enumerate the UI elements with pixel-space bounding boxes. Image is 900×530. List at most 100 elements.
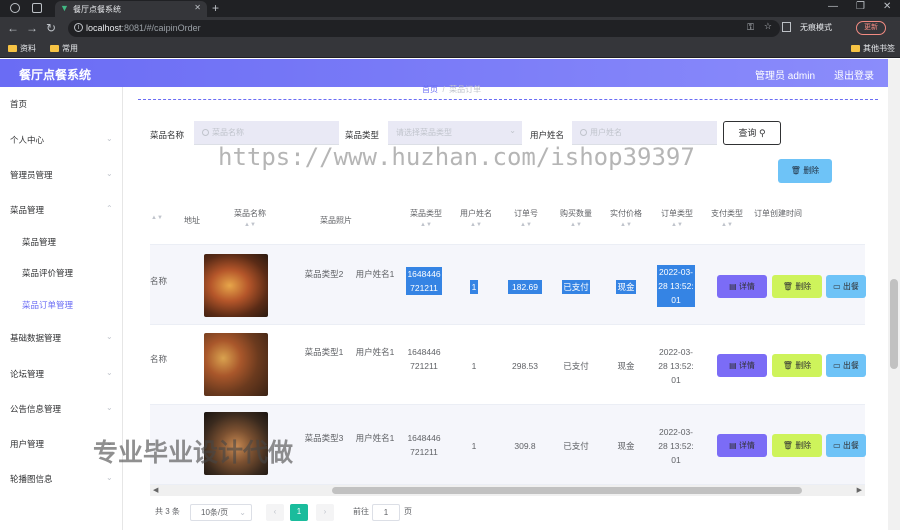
col-header-pay-type[interactable]: 支付类型 ▲▼ [706,207,748,229]
delete-button[interactable]: 🗑 删除 [772,354,822,377]
dish-type-label: 菜品类型 [345,130,380,140]
close-window-icon[interactable]: ✕ [883,1,891,12]
bookmark-star-icon[interactable]: ☆ [764,21,772,32]
url-path: :8081/#/caipinOrder [121,23,201,33]
col-header-dish-photo[interactable]: 菜品照片 [308,214,364,228]
tab-search-icon[interactable] [32,3,42,13]
chevron-up-icon: ⌃ [106,204,113,213]
logout-link[interactable]: 退出登录 [834,67,874,82]
forward-icon[interactable]: → [26,21,38,35]
goto-page-input[interactable]: 1 [372,504,400,521]
dish-type-select[interactable]: 请选择菜品类型 ⌄ [388,121,522,145]
bookmark-folder-0[interactable]: 资料 [8,43,36,54]
sidebar-subitem-dish-order[interactable]: 菜品订单管理 [22,299,73,311]
chevron-down-icon: ⌄ [106,473,113,482]
key-icon[interactable]: ⚿ [747,22,754,33]
breadcrumb-home[interactable]: 首页 [422,85,438,94]
scroll-left-icon[interactable]: ◀ [153,486,158,494]
browser-tab[interactable]: ▼ 餐厅点餐系统 ✕ [55,1,207,17]
page-scrollbar[interactable] [888,59,900,530]
cell-price: 309.8 [514,441,536,451]
delete-button[interactable]: 🗑 删除 [772,434,822,457]
query-button[interactable]: 查询 ⚲ [723,121,781,145]
new-tab-icon[interactable]: + [212,1,219,15]
col-header-address[interactable]: 地址 [180,214,204,228]
sidebar-item-notice[interactable]: 公告信息管理 ⌄ [10,403,113,415]
watermark-url: https://www.huzhan.com/ishop39397 [218,143,695,171]
sidebar-item-users[interactable]: 用户管理 ⌄ [10,438,113,450]
site-info-icon[interactable]: i [74,23,83,32]
url-field[interactable]: i localhost:8081/#/caipinOrder ⚿ ☆ [68,20,780,37]
browser-menu-icon[interactable] [10,3,20,13]
sidebar-item-admin[interactable]: 管理员管理 ⌄ [10,169,113,181]
col-sort-icon[interactable]: ▲▼ [150,214,164,222]
detail-button[interactable]: ▤ 详情 [717,434,767,457]
dish-name-input[interactable]: 菜品名称 [194,121,339,145]
prev-page-button[interactable]: ‹ [266,504,284,521]
scrollbar-thumb[interactable] [332,487,802,494]
app-header: 餐厅点餐系统 管理员 admin 退出登录 [0,59,888,87]
scrollbar-thumb[interactable] [890,279,898,369]
update-button[interactable]: 更新 [856,21,886,35]
user-name-input[interactable]: 用户姓名 [572,121,717,145]
maximize-icon[interactable]: ❐ [856,1,865,12]
page-number-current[interactable]: 1 [290,504,308,521]
col-header-create-time[interactable]: 订单创建时间 [754,207,802,221]
cell-create-time: 2022-03-28 13:52:01 [657,265,695,307]
search-icon: ⚲ [758,128,766,138]
ship-icon: ▭ [833,441,841,450]
cell-create-time: 2022-03-28 13:52:01 [658,427,694,465]
ship-button[interactable]: ▭ 出餐 [826,434,866,457]
detail-button[interactable]: ▤ 详情 [717,354,767,377]
sidebar-item-carousel[interactable]: 轮播图信息 ⌄ [10,473,113,485]
col-header-quantity[interactable]: 购买数量 ▲▼ [555,207,597,229]
cell-pay-type: 现金 [617,361,635,371]
sidebar-subitem-dish-manage[interactable]: 菜品管理 [22,236,56,248]
batch-delete-button[interactable]: 🗑 删除 [778,159,832,183]
reload-icon[interactable]: ↻ [46,21,56,35]
sidebar-item-home[interactable]: 首页 [10,98,27,110]
dish-name-label: 菜品名称 [150,130,185,140]
ship-button[interactable]: ▭ 出餐 [826,354,866,377]
table-horizontal-scrollbar[interactable]: ◀ ▶ [150,485,865,496]
address-bar: ← → ↻ i localhost:8081/#/caipinOrder ⚿ ☆… [0,17,900,40]
col-header-order-no[interactable]: 订单号 ▲▼ [508,207,544,229]
url-host: localhost [86,23,122,33]
col-header-dish-name[interactable]: 菜品名称 ▲▼ [228,207,272,229]
back-icon[interactable]: ← [7,21,19,35]
dish-photo [204,333,268,396]
col-header-dish-type[interactable]: 菜品类型 ▲▼ [404,207,448,229]
ship-button[interactable]: ▭ 出餐 [826,275,866,298]
delete-button[interactable]: 🗑 删除 [772,275,822,298]
table-header: ▲▼ 地址 菜品名称 ▲▼ 菜品照片 菜品类型 ▲▼ 用户姓名 ▲▼ 订单号 ▲▼ 购买… [150,197,865,245]
trash-icon: 🗑 [790,166,801,175]
sidepanel-icon[interactable] [782,22,791,32]
tab-title: 餐厅点餐系统 [73,5,121,14]
col-header-price[interactable]: 实付价格 ▲▼ [605,207,647,229]
watermark-text: 专业毕业设计代做 [93,439,294,467]
brand-title: 餐厅点餐系统 [19,68,92,82]
chevron-down-icon: ⌄ [106,403,113,412]
page-size-select[interactable]: 10条/页 ⌄ [190,504,252,521]
folder-icon [8,45,17,52]
other-bookmarks[interactable]: 其他书签 [851,43,895,54]
bookmark-folder-1[interactable]: 常用 [50,43,78,54]
scroll-right-icon[interactable]: ▶ [857,486,862,494]
col-header-user-name[interactable]: 用户姓名 ▲▼ [456,207,496,229]
search-icon [202,129,209,136]
next-page-button[interactable]: › [316,504,334,521]
sidebar-subitem-dish-review[interactable]: 菜品评价管理 [22,267,73,279]
ship-icon: ▭ [833,361,841,370]
minimize-icon[interactable]: — [828,1,838,12]
close-tab-icon[interactable]: ✕ [194,3,201,12]
detail-button[interactable]: ▤ 详情 [717,275,767,298]
sidebar-item-basic-data[interactable]: 基础数据管理 ⌄ [10,332,113,344]
sidebar-item-forum[interactable]: 论坛管理 ⌄ [10,368,113,380]
breadcrumb-divider [138,99,878,100]
sidebar-item-profile[interactable]: 个人中心 ⌄ [10,134,113,146]
sidebar-item-dishes[interactable]: 菜品管理 ⌃ [10,204,113,216]
chevron-down-icon: ⌄ [239,508,246,517]
user-name-label: 用户姓名 [530,130,565,140]
search-icon [580,129,587,136]
col-header-order-type[interactable]: 订单类型 ▲▼ [656,207,698,229]
